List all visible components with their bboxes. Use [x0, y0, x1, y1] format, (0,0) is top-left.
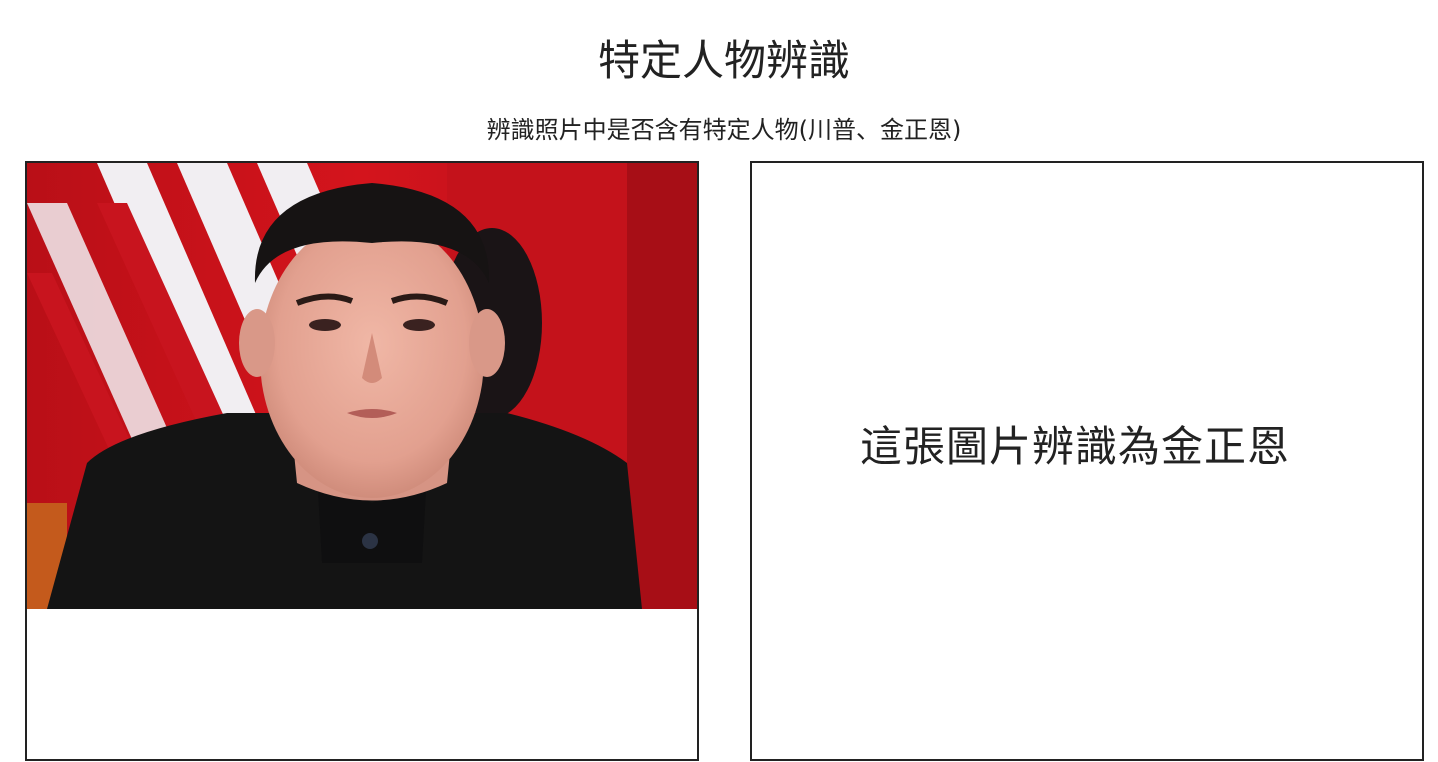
- result-text: 這張圖片辨識為金正恩: [859, 421, 1290, 471]
- result-panel: 這張圖片辨識為金正恩: [750, 161, 1424, 761]
- page-subtitle: 辨識照片中是否含有特定人物(川普、金正恩): [486, 116, 962, 144]
- app-page: 特定人物辨識 辨識照片中是否含有特定人物(川普、金正恩) 這張圖片辨識為金正恩: [0, 0, 1438, 762]
- page-title: 特定人物辨識: [597, 36, 850, 85]
- uploaded-image-panel[interactable]: [25, 161, 699, 761]
- uploaded-photo: [27, 163, 697, 609]
